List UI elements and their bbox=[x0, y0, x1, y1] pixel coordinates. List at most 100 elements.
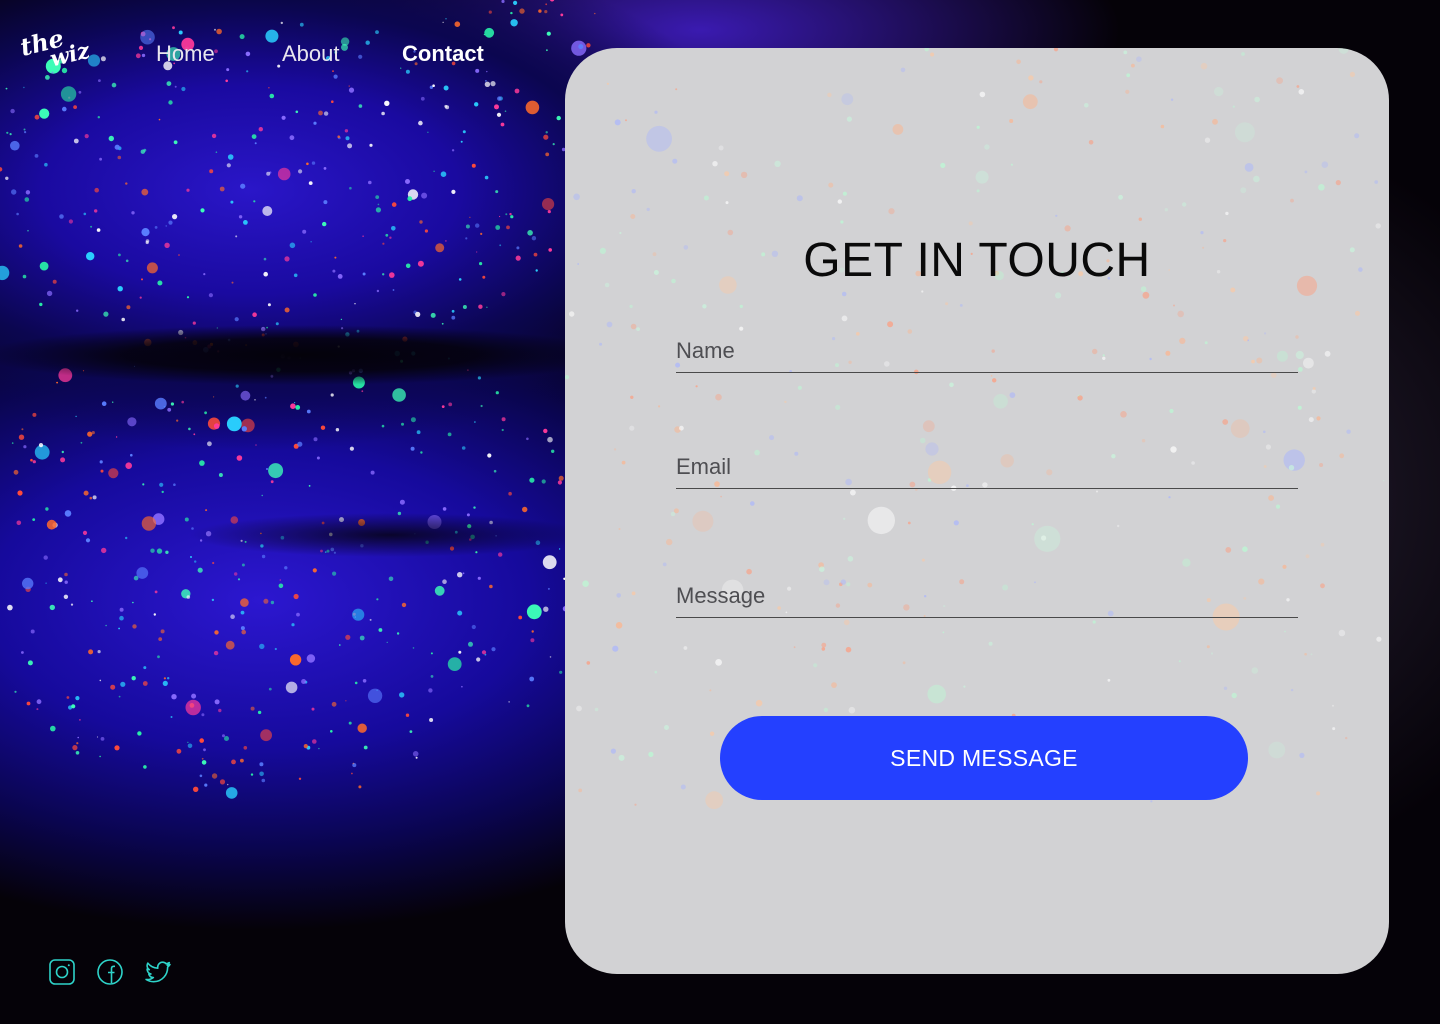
nav-home[interactable]: Home bbox=[156, 38, 215, 70]
glitter-dot bbox=[363, 745, 368, 750]
facebook-icon[interactable] bbox=[96, 958, 124, 986]
card-glitter-dot bbox=[784, 400, 787, 404]
card-glitter-dot bbox=[1222, 419, 1229, 425]
card-glitter-dot bbox=[569, 311, 575, 317]
glitter-dot bbox=[160, 629, 165, 634]
glitter-dot bbox=[429, 718, 434, 722]
card-glitter-dot bbox=[841, 315, 848, 322]
glitter-dot bbox=[560, 13, 564, 17]
glitter-dot bbox=[11, 442, 14, 444]
glitter-dot bbox=[358, 104, 363, 108]
glitter-dot bbox=[94, 209, 98, 213]
card-glitter-dot bbox=[1338, 629, 1346, 637]
name-input[interactable] bbox=[676, 336, 1298, 366]
card-glitter-dot bbox=[618, 754, 625, 761]
card-glitter-dot bbox=[963, 685, 966, 688]
nav-contact[interactable]: Contact bbox=[402, 38, 484, 70]
glitter-dot bbox=[226, 68, 230, 72]
card-glitter-dot bbox=[1084, 103, 1089, 108]
glitter-dot bbox=[214, 28, 216, 31]
glitter-dot bbox=[154, 590, 158, 594]
glitter-dot bbox=[61, 450, 64, 454]
glitter-dot bbox=[201, 713, 205, 717]
glitter-dot bbox=[345, 136, 350, 141]
card-glitter-dot bbox=[1016, 59, 1021, 65]
glitter-dot bbox=[23, 128, 26, 131]
glitter-dot bbox=[529, 477, 535, 483]
glitter-dot bbox=[14, 690, 17, 693]
glitter-dot bbox=[141, 278, 143, 281]
card-glitter-dot bbox=[586, 661, 591, 665]
card-glitter-dot bbox=[1107, 678, 1111, 682]
card-glitter-dot bbox=[1131, 63, 1135, 68]
glitter-dot bbox=[489, 584, 493, 589]
glitter-dot bbox=[161, 490, 164, 494]
glitter-dot bbox=[318, 747, 320, 750]
glitter-dot bbox=[381, 424, 385, 428]
card-glitter-dot bbox=[1375, 223, 1381, 229]
card-glitter-dot bbox=[1120, 411, 1127, 418]
glitter-dot bbox=[410, 417, 416, 423]
card-glitter-dot bbox=[675, 88, 678, 91]
glitter-dot bbox=[370, 470, 375, 475]
glitter-dot bbox=[331, 100, 334, 103]
glitter-dot bbox=[86, 252, 95, 261]
glitter-dot bbox=[131, 676, 136, 681]
glitter-dot bbox=[96, 228, 101, 232]
glitter-dot bbox=[509, 212, 512, 216]
glitter-dot bbox=[76, 742, 79, 745]
glitter-dot bbox=[367, 688, 383, 703]
glitter-dot bbox=[316, 456, 320, 460]
card-glitter-dot bbox=[1240, 187, 1247, 194]
glitter-dot bbox=[49, 604, 55, 611]
glitter-dot bbox=[21, 651, 24, 654]
glitter-dot bbox=[465, 224, 470, 229]
glitter-dot bbox=[440, 171, 447, 177]
glitter-dot bbox=[125, 259, 129, 263]
glitter-dot bbox=[239, 34, 245, 40]
glitter-dot bbox=[225, 640, 235, 650]
glitter-dot bbox=[474, 421, 476, 423]
glitter-dot bbox=[375, 30, 379, 34]
glitter-dot bbox=[332, 571, 337, 576]
brand-logo[interactable]: the wiz bbox=[17, 23, 92, 74]
glitter-dot bbox=[339, 644, 341, 646]
twitter-icon[interactable] bbox=[144, 958, 172, 986]
glitter-dot bbox=[75, 415, 77, 418]
glitter-dot bbox=[518, 615, 523, 620]
glitter-dot bbox=[125, 182, 128, 185]
card-glitter-dot bbox=[702, 304, 707, 309]
glitter-dot bbox=[419, 220, 423, 224]
card-glitter-dot bbox=[1092, 620, 1096, 624]
card-glitter-dot bbox=[850, 489, 856, 496]
glitter-dot bbox=[77, 736, 79, 739]
glitter-dot bbox=[543, 606, 549, 612]
send-message-button[interactable]: SEND MESSAGE bbox=[720, 716, 1248, 800]
glitter-dot bbox=[142, 681, 148, 686]
glitter-dot bbox=[261, 778, 266, 783]
glitter-dot bbox=[230, 614, 235, 619]
glitter-dot bbox=[420, 96, 425, 101]
instagram-icon[interactable] bbox=[48, 958, 76, 986]
glitter-dot bbox=[255, 444, 257, 446]
glitter-dot bbox=[451, 149, 455, 152]
glitter-dot bbox=[82, 530, 88, 536]
glitter-dot bbox=[204, 783, 208, 787]
glitter-dot bbox=[533, 252, 538, 257]
card-glitter-dot bbox=[1282, 564, 1287, 569]
glitter-dot bbox=[541, 479, 546, 484]
glitter-dot bbox=[225, 79, 228, 83]
glitter-dot bbox=[303, 744, 308, 749]
glitter-dot bbox=[193, 433, 196, 436]
glitter-dot bbox=[24, 197, 30, 202]
card-glitter-dot bbox=[1164, 208, 1168, 212]
glitter-dot bbox=[386, 641, 388, 644]
glitter-dot bbox=[39, 302, 43, 307]
email-input[interactable] bbox=[676, 452, 1298, 482]
nav-about[interactable]: About bbox=[282, 38, 340, 70]
card-glitter-dot bbox=[654, 670, 658, 674]
card-glitter-dot bbox=[658, 405, 661, 408]
glitter-dot bbox=[187, 743, 193, 749]
message-input[interactable] bbox=[676, 581, 1298, 611]
glitter-dot bbox=[146, 262, 158, 274]
